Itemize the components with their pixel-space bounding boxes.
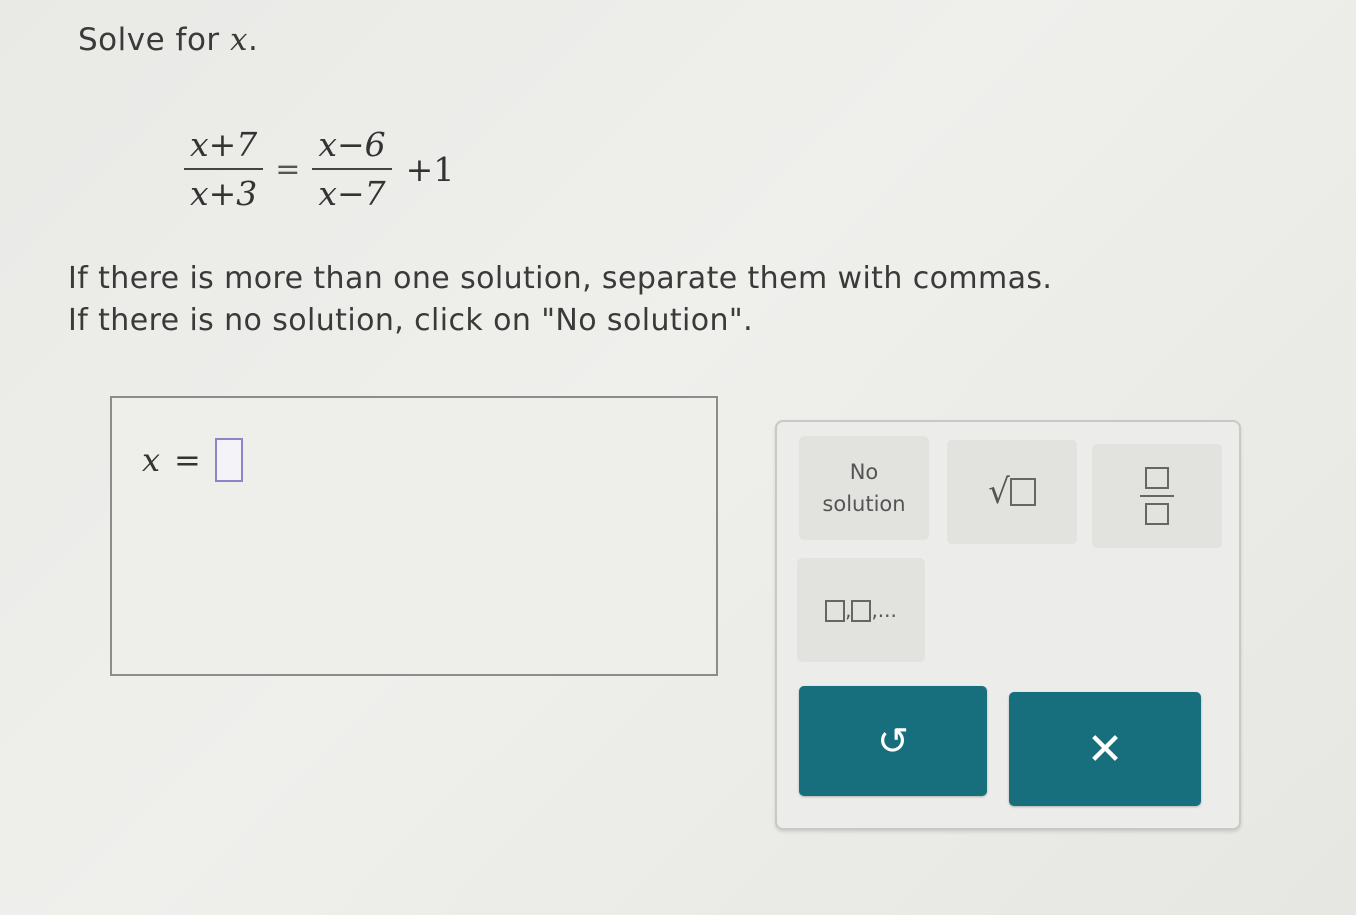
answer-variable: x bbox=[142, 441, 161, 479]
no-solution-button[interactable]: No solution bbox=[799, 436, 929, 540]
rhs-plus-term: +1 bbox=[405, 149, 455, 189]
fraction-numerator-box bbox=[1145, 467, 1169, 489]
list-button[interactable]: ,,... bbox=[797, 558, 925, 662]
prompt-period: . bbox=[248, 22, 259, 58]
prompt-variable: x bbox=[230, 22, 248, 58]
list-box-1 bbox=[825, 600, 846, 622]
list-box-2 bbox=[851, 600, 872, 622]
square-root-button[interactable]: √ bbox=[947, 440, 1077, 544]
answer-input-slot[interactable] bbox=[214, 438, 243, 482]
equation: x+7 x+3 = x−6 x−7 +1 bbox=[176, 114, 454, 224]
fraction-button[interactable] bbox=[1092, 444, 1222, 548]
close-icon: ✕ bbox=[1086, 723, 1124, 775]
equation-equals: = bbox=[275, 151, 301, 187]
no-solution-label-2: solution bbox=[822, 492, 906, 516]
no-solution-label-1: No bbox=[849, 460, 879, 484]
undo-icon: ↺ bbox=[877, 719, 909, 763]
clear-button[interactable]: ✕ bbox=[1009, 692, 1201, 806]
lhs-fraction: x+7 x+3 bbox=[184, 125, 264, 213]
instruction-line-2: If there is no solution, click on "No so… bbox=[68, 303, 754, 338]
problem-prompt: Solve for x. bbox=[78, 22, 258, 58]
rhs-numerator: x−6 bbox=[312, 125, 392, 170]
rhs-fraction: x−6 x−7 bbox=[312, 125, 392, 213]
sqrt-placeholder-box bbox=[1009, 478, 1036, 506]
instruction-line-1: If there is more than one solution, sepa… bbox=[68, 261, 1053, 296]
instructions: If there is more than one solution, sepa… bbox=[68, 258, 1052, 342]
prompt-text: Solve for bbox=[78, 22, 231, 58]
list-ellipsis: ,... bbox=[871, 598, 897, 622]
answer-equals: = bbox=[174, 441, 201, 479]
list-icon: ,,... bbox=[825, 598, 897, 622]
answer-box[interactable]: x = bbox=[110, 396, 718, 676]
answer-expression: x = bbox=[142, 438, 243, 482]
sqrt-symbol: √ bbox=[988, 472, 1010, 512]
fraction-icon bbox=[1140, 467, 1174, 525]
lhs-numerator: x+7 bbox=[184, 125, 264, 170]
square-root-icon: √ bbox=[988, 472, 1036, 512]
math-keypad: No solution √ ,,... ↺ ✕ bbox=[775, 420, 1241, 830]
fraction-denominator-box bbox=[1145, 503, 1169, 525]
rhs-denominator: x−7 bbox=[318, 174, 386, 213]
undo-button[interactable]: ↺ bbox=[799, 686, 987, 796]
lhs-denominator: x+3 bbox=[190, 174, 258, 213]
fraction-bar bbox=[1140, 495, 1174, 497]
